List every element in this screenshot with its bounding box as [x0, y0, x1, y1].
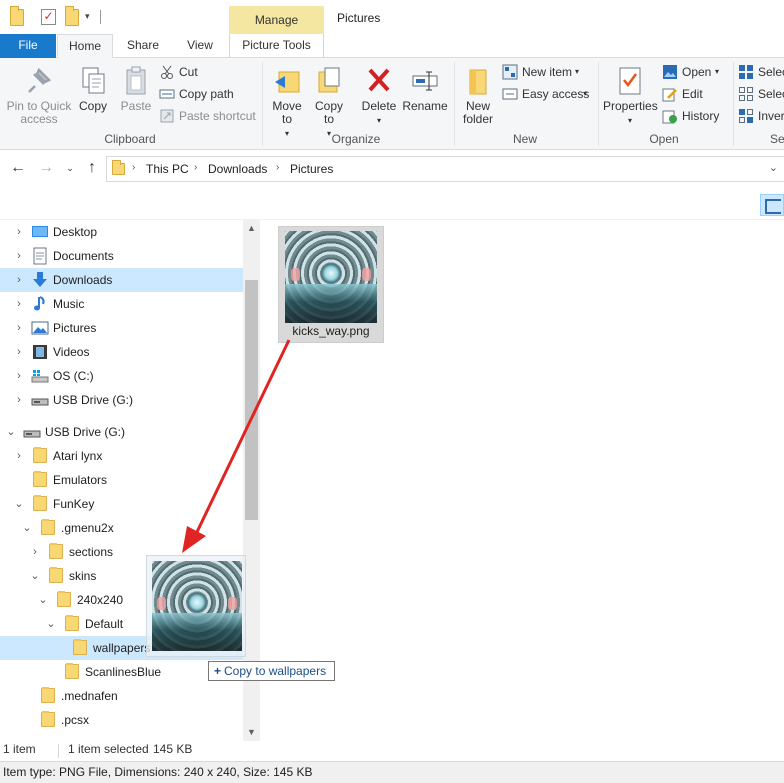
selection-count: 1 item selected — [68, 742, 149, 756]
drag-annotation-arrow — [182, 339, 291, 553]
divider — [58, 744, 59, 758]
details-bar: Item type: PNG File, Dimensions: 240 x 2… — [0, 761, 784, 783]
status-bar: 1 item 1 item selected 145 KB — [0, 741, 784, 761]
selection-size: 145 KB — [153, 742, 193, 756]
item-count: 1 item — [3, 742, 36, 756]
